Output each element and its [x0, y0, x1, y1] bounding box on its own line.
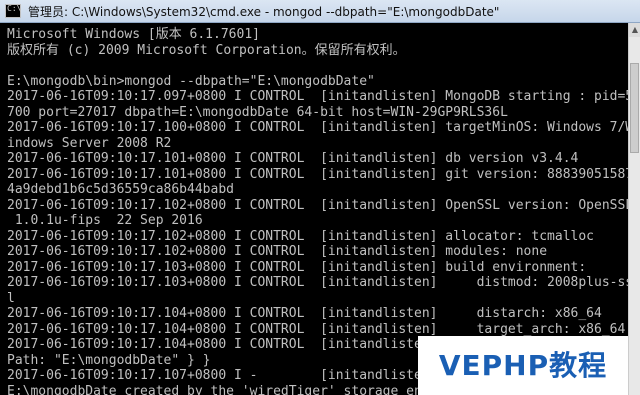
console-line: E:\mongodbDate created by the 'wiredTige…	[7, 383, 438, 395]
console-line: 版权所有 (c) 2009 Microsoft Corporation。保留所有…	[7, 42, 406, 58]
console-line: Path: "E:\mongodbDate" } }	[7, 352, 211, 368]
console-line: 2017-06-16T09:10:17.107+0800 I - [initan…	[7, 368, 438, 383]
console-line: 4a9debd1b6c5d36559ca86b44babd	[7, 182, 234, 197]
console-line: E:\mongodb\bin>mongod --dbpath="E:\mongo…	[7, 73, 375, 89]
scrollbar-thumb[interactable]	[630, 63, 639, 153]
console-line: 2017-06-16T09:10:17.103+0800 I CONTROL […	[7, 259, 587, 275]
console-line: 2017-06-16T09:10:17.104+0800 I CONTROL […	[7, 321, 626, 337]
window-title: 管理员: C:\Windows\System32\cmd.exe - mongo…	[28, 5, 500, 19]
window-titlebar[interactable]: 管理员: C:\Windows\System32\cmd.exe - mongo…	[0, 0, 640, 23]
console-line: 2017-06-16T09:10:17.104+0800 I CONTROL […	[7, 306, 602, 321]
console-line: 2017-06-16T09:10:17.100+0800 I CONTROL […	[7, 120, 628, 135]
console-line: 2017-06-16T09:10:17.102+0800 I CONTROL […	[7, 244, 548, 259]
console-line: 2017-06-16T09:10:17.101+0800 I CONTROL […	[7, 151, 579, 166]
vertical-scrollbar[interactable]: ▲	[628, 23, 640, 395]
console-line: 2017-06-16T09:10:17.101+0800 I CONTROL […	[7, 166, 628, 182]
console-line: 2017-06-16T09:10:17.097+0800 I CONTROL […	[7, 89, 628, 104]
console-line: 1.0.1u-fips 22 Sep 2016	[7, 213, 203, 228]
watermark: VEPHP教程	[418, 336, 628, 395]
cmd-icon	[5, 4, 21, 18]
console-line: 700 port=27017 dbpath=E:\mongodbDate 64-…	[7, 104, 508, 120]
console-line: indows Server 2008 R2	[7, 135, 172, 151]
console-line: 2017-06-16T09:10:17.102+0800 I CONTROL […	[7, 228, 594, 244]
console-line: 2017-06-16T09:10:17.103+0800 I CONTROL […	[7, 275, 628, 290]
console-line: Microsoft Windows [版本 6.1.7601]	[7, 27, 260, 42]
console-line: 2017-06-16T09:10:17.102+0800 I CONTROL […	[7, 197, 628, 213]
console-line: l	[7, 290, 15, 306]
scroll-up-arrow-icon[interactable]: ▲	[629, 23, 640, 37]
